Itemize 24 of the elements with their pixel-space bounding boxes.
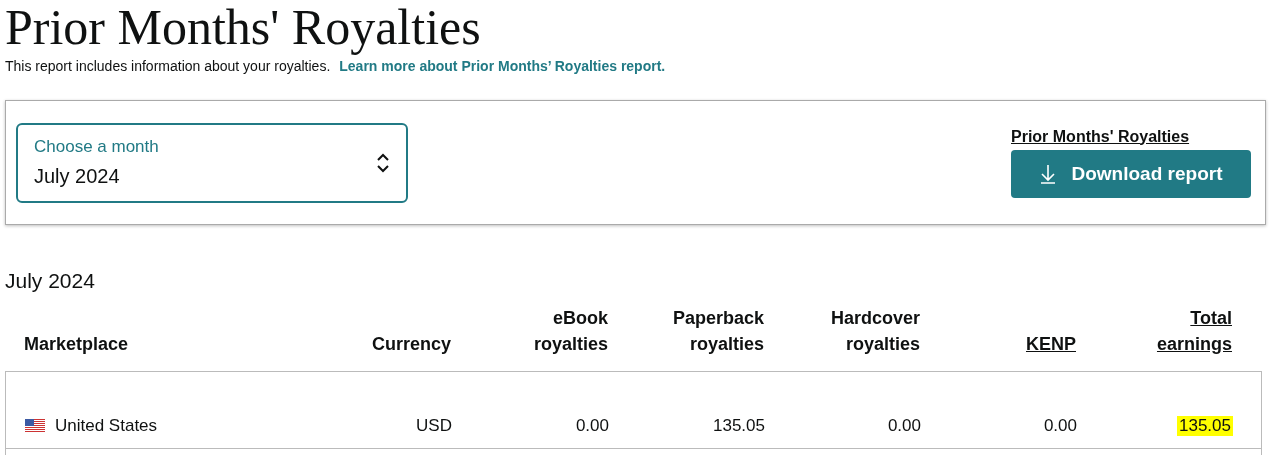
intro-text: This report includes information about your royalties. bbox=[5, 58, 331, 74]
column-header[interactable]: Total earnings bbox=[1122, 305, 1232, 357]
column-header: Marketplace bbox=[24, 333, 129, 356]
us-flag-icon bbox=[25, 419, 45, 433]
column-header: Hardcover royalties bbox=[829, 307, 920, 356]
download-button[interactable]: Download report bbox=[1011, 149, 1251, 198]
section-title: July 2024 bbox=[5, 269, 96, 293]
table-cell: USD bbox=[416, 416, 452, 436]
table-cell: 0.00 bbox=[1043, 416, 1077, 436]
column-header: eBook royalties bbox=[532, 307, 608, 356]
month-select[interactable]: Choose a month July 2024 bbox=[16, 122, 408, 203]
download-icon bbox=[1039, 163, 1056, 184]
report-link[interactable]: Prior Months' Royalties bbox=[1011, 127, 1190, 146]
learn-more-link[interactable]: Learn more about Prior Months’ Royalties report. bbox=[339, 58, 666, 74]
table-cell: 0.00 bbox=[887, 416, 921, 436]
table-cell: 0.00 bbox=[575, 416, 609, 436]
table-cell: 135.05 bbox=[713, 416, 765, 436]
table-cell: United States bbox=[55, 416, 158, 436]
page-title: Prior Months' Royalties bbox=[5, 0, 482, 54]
column-header: Paperback royalties bbox=[671, 307, 764, 356]
chevron-up-down-icon bbox=[376, 151, 390, 174]
column-header: Currency bbox=[371, 333, 451, 356]
column-header[interactable]: KENP bbox=[1026, 331, 1076, 357]
table-cell: 135.05 bbox=[1177, 416, 1233, 436]
